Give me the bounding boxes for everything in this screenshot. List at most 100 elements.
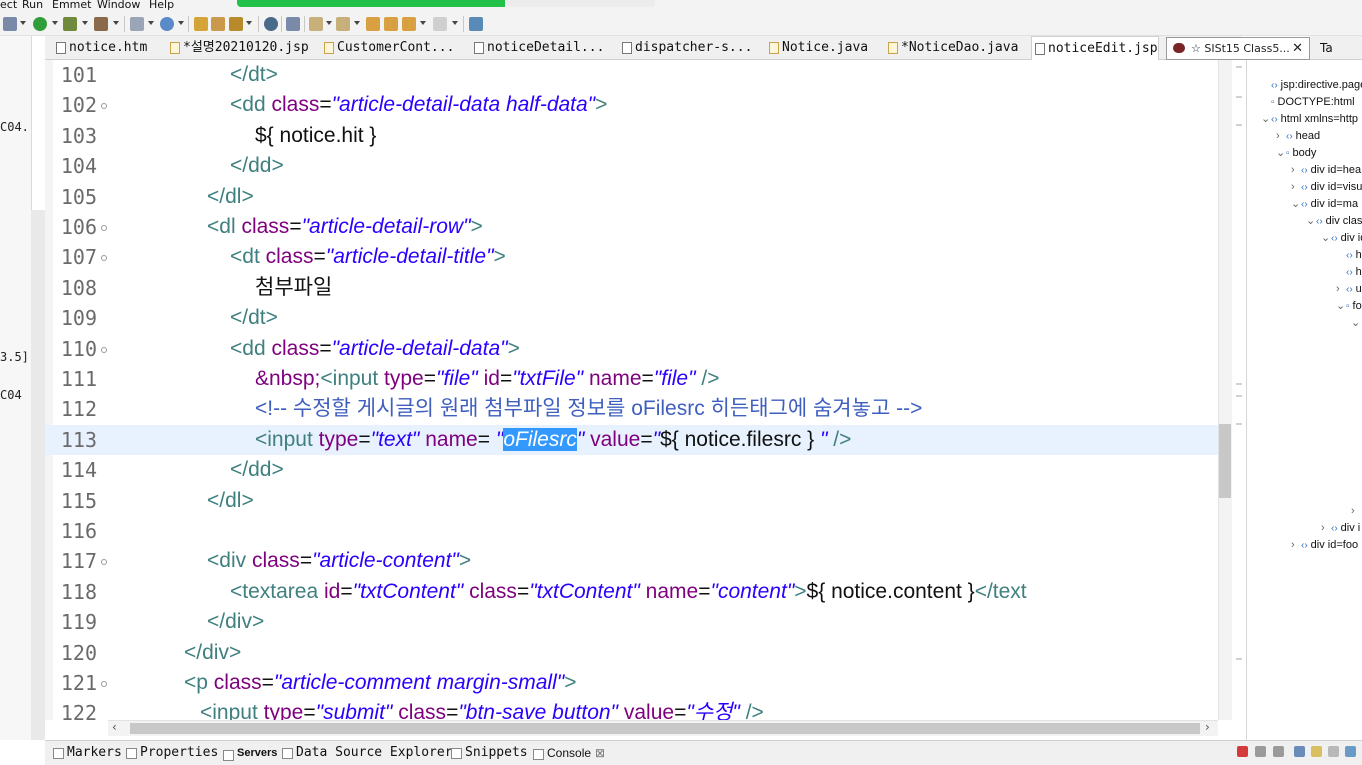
code-line[interactable]: 122 <input type="submit" class="btn-save … — [45, 698, 1218, 720]
open-task-icon[interactable] — [211, 17, 225, 31]
editor-tab[interactable]: Notice.java — [766, 36, 868, 60]
code-line[interactable]: 113 <input type="text" name= "oFilesrc" v… — [45, 424, 1218, 455]
chevron-down-icon[interactable]: ⌄ — [1336, 298, 1346, 315]
outline-node[interactable]: ⌄‹› html xmlns=http — [1261, 111, 1358, 128]
editor-tab[interactable]: dispatcher-s... — [619, 36, 752, 60]
code-line[interactable]: 109 </dt> — [45, 303, 1218, 333]
chevron-down-icon[interactable] — [354, 21, 360, 25]
remove-launch-icon[interactable] — [1255, 746, 1266, 757]
code-line[interactable]: 116 — [45, 516, 1218, 546]
outline-node[interactable]: › ‹› div id=foo — [1291, 537, 1358, 554]
chevron-down-icon[interactable]: ⌄ — [1276, 145, 1286, 162]
fold-toggle-icon[interactable] — [101, 346, 107, 353]
outline-node[interactable]: ⌄▫ fo — [1336, 298, 1362, 315]
fold-toggle-icon[interactable] — [101, 255, 107, 262]
outline-node[interactable]: › ‹› div i — [1321, 520, 1360, 537]
forward-arrow-icon[interactable] — [402, 17, 416, 31]
fold-toggle-icon[interactable] — [101, 681, 107, 687]
code-line[interactable]: 121 <p class="article-comment margin-smal… — [45, 668, 1218, 698]
run-icon[interactable] — [33, 17, 47, 31]
outline-tab[interactable]: Ta — [1310, 36, 1362, 60]
chevron-down-icon[interactable] — [113, 21, 119, 25]
debug-icon[interactable] — [3, 17, 17, 31]
display-console-icon[interactable] — [1345, 746, 1356, 757]
editor-vertical-scrollbar[interactable] — [1218, 60, 1232, 720]
scroll-lock-icon[interactable] — [1311, 746, 1322, 757]
outline-node[interactable]: › ‹› head — [1276, 128, 1320, 145]
outline-node[interactable]: ‹›h: — [1336, 247, 1362, 264]
next-annotation-icon[interactable] — [309, 17, 323, 31]
code-line[interactable]: 102 <dd class="article-detail-data half-d… — [45, 90, 1218, 120]
code-line[interactable]: 120 </div> — [45, 638, 1218, 668]
code-line[interactable]: 101 </dt> — [45, 60, 1218, 90]
scroll-left-icon[interactable]: ‹ — [112, 720, 117, 734]
clear-console-icon[interactable] — [1294, 746, 1305, 757]
chevron-down-icon[interactable] — [326, 21, 332, 25]
forward-disabled-icon[interactable] — [433, 17, 447, 31]
chevron-down-icon[interactable]: ⌄ — [1321, 230, 1331, 247]
bottom-view-tab[interactable]: Servers — [223, 747, 277, 761]
chevron-down-icon[interactable] — [452, 21, 458, 25]
chevron-down-icon[interactable]: ⌄ — [1261, 111, 1271, 128]
menu-item-emmet[interactable]: Emmet — [52, 0, 91, 11]
menu-item-window[interactable]: Window — [97, 0, 140, 11]
editor-tab[interactable]: *설명20210120.jsp — [167, 36, 309, 60]
code-line[interactable]: 119 </div> — [45, 607, 1218, 637]
menu-item-help[interactable]: Help — [149, 0, 174, 11]
outline-node[interactable]: ›‹›ul — [1336, 281, 1362, 298]
editor-tab[interactable]: noticeDetail... — [471, 36, 604, 60]
open-type-icon[interactable] — [194, 17, 208, 31]
chevron-right-icon[interactable]: › — [1276, 128, 1286, 145]
remove-all-icon[interactable] — [1273, 746, 1284, 757]
code-line[interactable]: 117 <div class="article-content"> — [45, 546, 1218, 576]
close-icon[interactable]: ✕ — [1292, 38, 1303, 59]
code-line[interactable]: 115 </dl> — [45, 486, 1218, 516]
chevron-down-icon[interactable] — [420, 21, 426, 25]
pin-editor-icon[interactable] — [469, 17, 483, 31]
new-java-class-icon[interactable] — [160, 17, 174, 31]
code-line[interactable]: 105 </dl> — [45, 182, 1218, 212]
outline-node[interactable]: › ‹› div id=hea — [1291, 162, 1361, 179]
chevron-down-icon[interactable] — [82, 21, 88, 25]
outline-node[interactable]: ▫ DOCTYPE:html — [1261, 94, 1355, 111]
code-line[interactable]: 107 <dt class="article-detail-title"> — [45, 242, 1218, 272]
code-line[interactable]: 104 </dd> — [45, 151, 1218, 181]
menu-item-run[interactable]: Run — [22, 0, 43, 11]
scroll-right-icon[interactable]: › — [1205, 720, 1210, 734]
word-wrap-icon[interactable] — [1328, 746, 1339, 757]
back-arrow-icon[interactable] — [384, 17, 398, 31]
chevron-down-icon[interactable]: ⌄ — [1351, 315, 1361, 332]
bottom-view-tab[interactable]: Markers — [53, 745, 122, 760]
code-line[interactable]: 118 <textarea id="txtContent" class="txtC… — [45, 577, 1218, 607]
outline-node[interactable]: › ‹› div id=visu — [1291, 179, 1362, 196]
editor-vertical-scroll-thumb[interactable] — [1219, 424, 1231, 498]
left-view-scrollbar[interactable] — [31, 210, 45, 740]
close-icon[interactable]: ⊠ — [595, 746, 605, 760]
outline-node[interactable]: ›< — [1351, 503, 1362, 520]
editor-tab[interactable]: notice.htm — [53, 36, 147, 60]
outline-node[interactable]: ⌄‹› div id=ma — [1291, 196, 1358, 213]
chevron-down-icon[interactable] — [246, 21, 252, 25]
chevron-down-icon[interactable] — [178, 21, 184, 25]
outline-node[interactable]: ‹›h: — [1336, 264, 1362, 281]
menu-item-project[interactable]: ect — [0, 0, 17, 11]
fold-toggle-icon[interactable] — [101, 225, 107, 231]
fold-toggle-icon[interactable] — [101, 103, 107, 110]
outline-node[interactable]: ⌄‹›div id — [1321, 230, 1362, 247]
chevron-right-icon[interactable]: › — [1336, 281, 1346, 298]
previous-annotation-icon[interactable] — [336, 17, 350, 31]
bottom-view-tab[interactable]: Console ⊠ — [533, 746, 605, 760]
editor-tab[interactable]: *NoticeDao.java — [885, 36, 1018, 60]
chevron-right-icon[interactable]: › — [1291, 537, 1301, 554]
search-icon[interactable] — [229, 17, 243, 31]
chevron-right-icon[interactable]: › — [1291, 162, 1301, 179]
browser-icon[interactable] — [264, 17, 278, 31]
outline-node[interactable]: ⌄< — [1351, 315, 1362, 332]
coverage-icon[interactable] — [94, 17, 108, 31]
outline-node[interactable]: ⌄‹› div clas — [1306, 213, 1362, 230]
toggle-mark-icon[interactable] — [286, 17, 300, 31]
code-line[interactable]: 103 ${ notice.hit } — [45, 121, 1218, 151]
editor-tab[interactable]: noticeEdit.jsp — [1031, 36, 1159, 61]
stop-icon[interactable] — [1237, 746, 1248, 757]
code-line[interactable]: 106 <dl class="article-detail-row"> — [45, 212, 1218, 242]
